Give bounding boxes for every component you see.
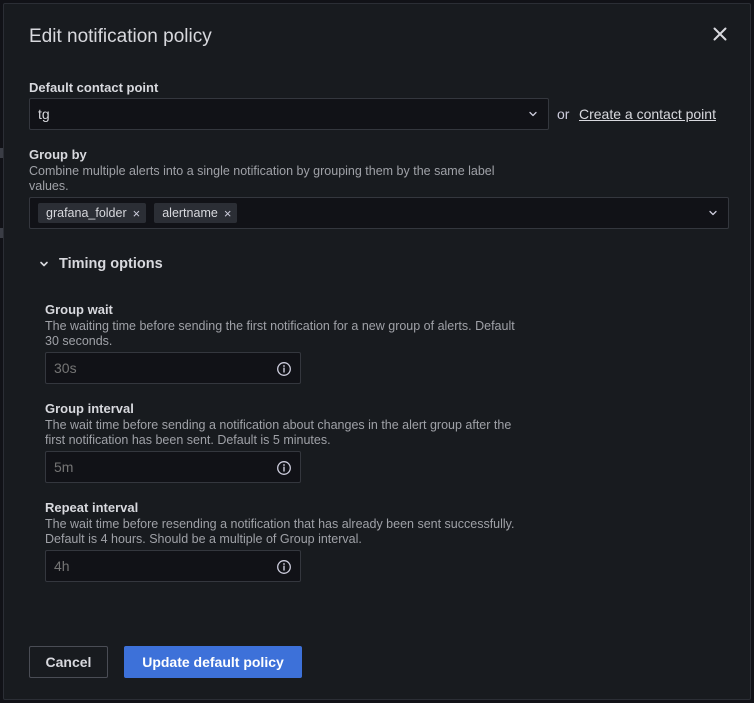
tag-label: grafana_folder xyxy=(46,206,127,220)
edit-notification-policy-dialog: Edit notification policy Default contact… xyxy=(3,3,751,700)
chevron-down-icon xyxy=(709,210,717,216)
update-default-policy-button[interactable]: Update default policy xyxy=(124,646,302,678)
create-contact-point-link[interactable]: Create a contact point xyxy=(579,106,716,122)
group-by-label: Group by xyxy=(29,147,87,162)
group-wait-input[interactable] xyxy=(54,360,254,376)
cancel-button[interactable]: Cancel xyxy=(29,646,108,678)
close-icon xyxy=(713,27,727,41)
tag-label: alertname xyxy=(162,206,218,220)
group-interval-description: The wait time before sending a notificat… xyxy=(45,418,512,447)
timing-options-label: Timing options xyxy=(59,256,163,272)
repeat-interval-label: Repeat interval xyxy=(45,500,139,515)
dialog-title: Edit notification policy xyxy=(29,26,212,47)
close-button[interactable] xyxy=(710,24,730,44)
remove-tag-icon[interactable]: × xyxy=(224,207,232,220)
group-by-select[interactable]: grafana_folder × alertname × xyxy=(29,197,729,229)
repeat-interval-field xyxy=(45,550,301,582)
group-interval-input[interactable] xyxy=(54,459,254,475)
chevron-down-icon xyxy=(529,111,537,117)
group-interval-label: Group interval xyxy=(45,401,134,416)
info-circle-icon[interactable] xyxy=(276,361,292,377)
group-wait-description: The waiting time before sending the firs… xyxy=(45,319,515,348)
repeat-interval-input[interactable] xyxy=(54,558,254,574)
group-by-tag: alertname × xyxy=(154,203,238,223)
group-interval-field xyxy=(45,451,301,483)
contact-point-value: tg xyxy=(38,106,50,122)
group-by-description: Combine multiple alerts into a single no… xyxy=(29,164,495,193)
repeat-interval-description: The wait time before resending a notific… xyxy=(45,517,515,546)
info-circle-icon[interactable] xyxy=(276,559,292,575)
group-wait-label: Group wait xyxy=(45,302,113,317)
timing-options-toggle[interactable]: Timing options xyxy=(39,256,163,272)
chevron-down-icon xyxy=(40,261,48,267)
remove-tag-icon[interactable]: × xyxy=(133,207,141,220)
group-wait-field xyxy=(45,352,301,384)
info-circle-icon[interactable] xyxy=(276,460,292,476)
or-text: or xyxy=(557,106,570,122)
contact-point-select[interactable]: tg xyxy=(29,98,549,130)
group-by-tag: grafana_folder × xyxy=(38,203,147,223)
contact-point-label: Default contact point xyxy=(29,80,159,95)
